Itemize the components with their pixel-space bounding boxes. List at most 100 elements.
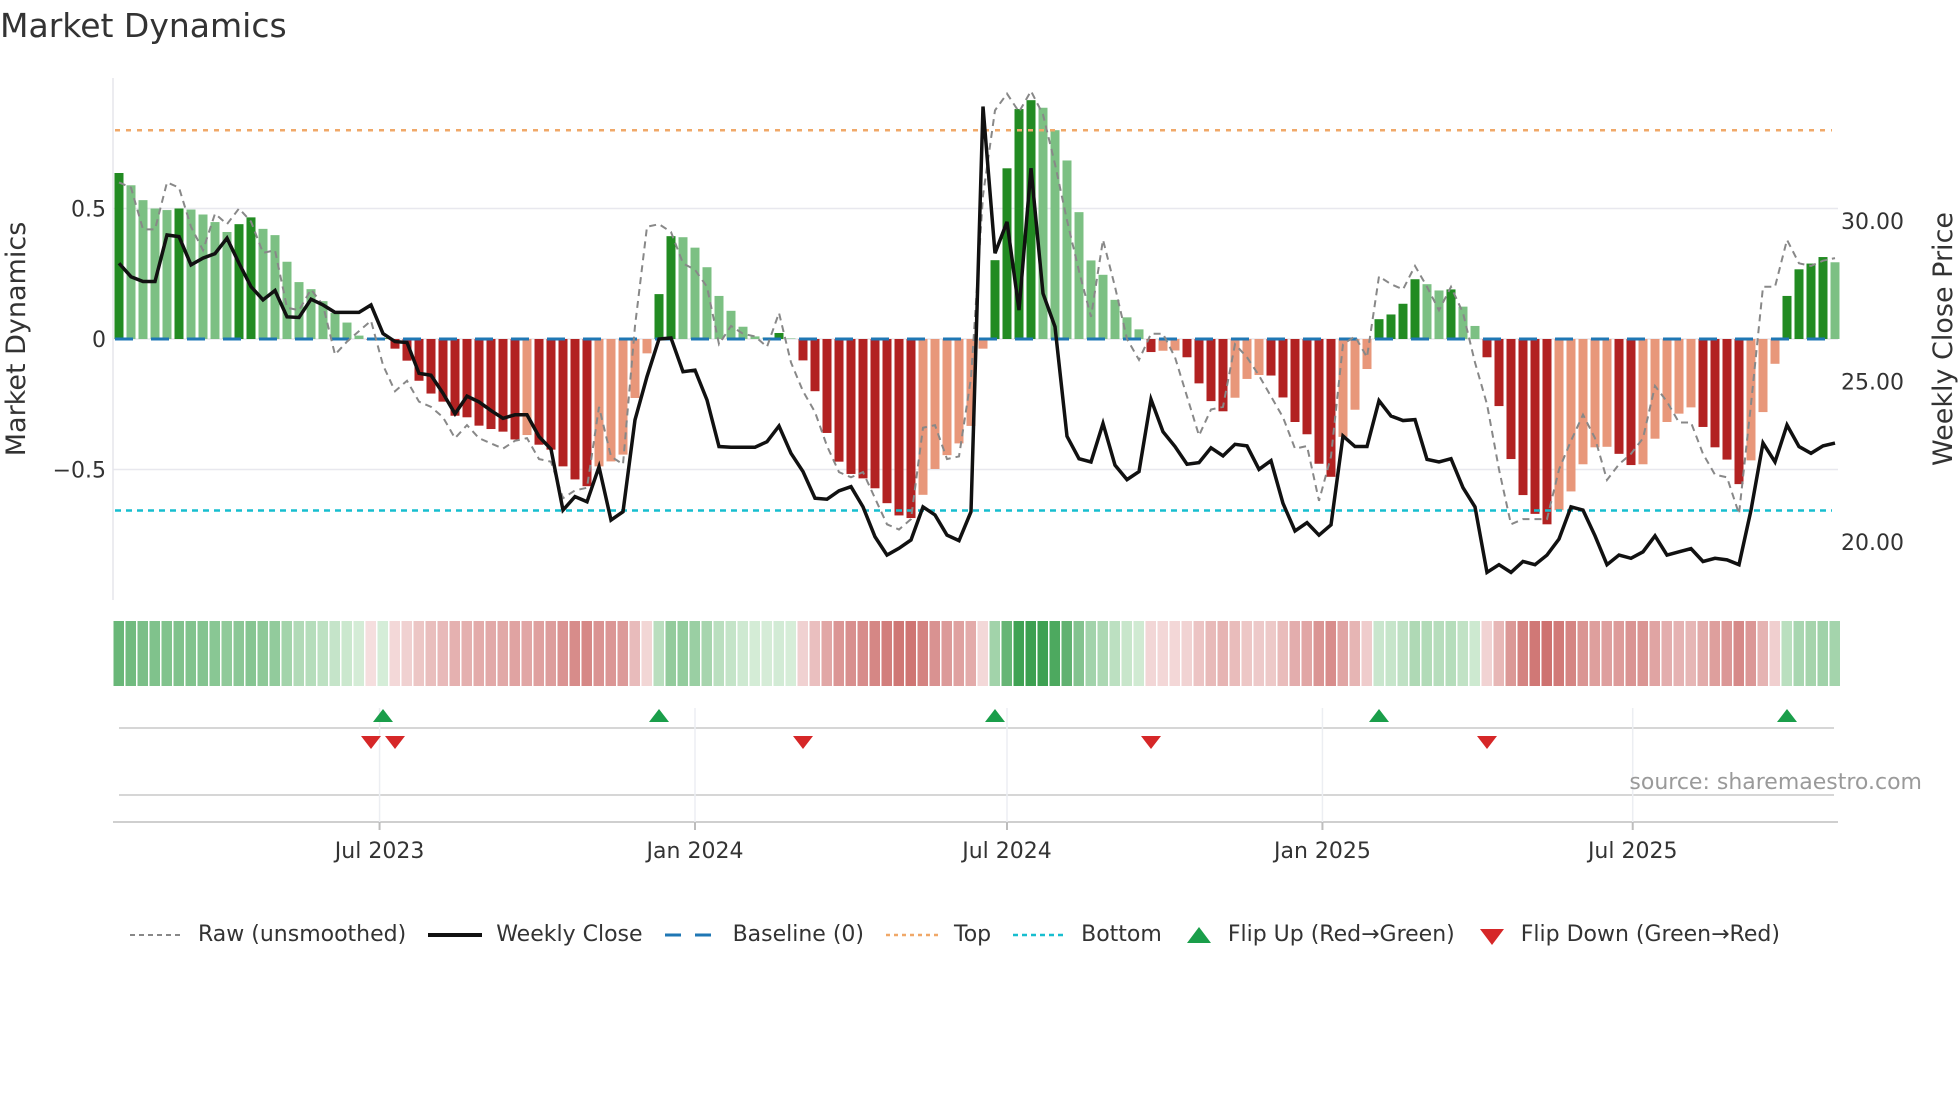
- heat-strip-cell: [761, 621, 772, 686]
- heat-strip-cell: [1625, 621, 1636, 686]
- heat-strip-cell: [1097, 621, 1108, 686]
- legend-label: Baseline (0): [732, 922, 864, 947]
- heat-strip-cell: [1253, 621, 1264, 686]
- dynamics-bar: [162, 210, 172, 339]
- heat-strip-cell: [1433, 621, 1444, 686]
- legend-swatch-close-icon: [428, 932, 483, 937]
- dynamics-bar: [630, 339, 640, 398]
- legend-item-flip-down: Flip Down (Green→Red): [1475, 922, 1780, 947]
- dynamics-bar: [1302, 339, 1312, 435]
- heat-strip-cell: [1805, 621, 1816, 686]
- dynamics-bar: [642, 339, 652, 354]
- dynamics-bar: [858, 339, 868, 479]
- dynamics-bar: [1782, 295, 1792, 339]
- heat-strip-cell: [1493, 621, 1504, 686]
- dynamics-bar: [342, 322, 352, 339]
- dynamics-bar: [558, 339, 568, 467]
- dynamics-bar: [1350, 339, 1360, 410]
- dynamics-bar: [174, 208, 184, 339]
- dynamics-bar: [1698, 339, 1708, 427]
- heat-strip-cell: [929, 621, 940, 686]
- dynamics-bar: [1314, 339, 1324, 464]
- dynamics-bar: [1506, 339, 1516, 460]
- dynamics-bar: [1410, 279, 1420, 339]
- heat-strip-cell: [353, 621, 364, 686]
- heat-strip-cell: [1733, 621, 1744, 686]
- flip-markers: Jul 2023 Jan 2024 Jul 2024 Jan 2025 Jul 2025: [113, 708, 1838, 864]
- flip-down-marker: [361, 736, 381, 749]
- dynamics-bar: [1602, 339, 1612, 447]
- heat-strip-cell: [497, 621, 508, 686]
- dynamics-bar: [1614, 339, 1624, 454]
- legend-label: Top: [954, 922, 992, 947]
- dynamics-bar: [690, 247, 700, 339]
- heat-strip-cell: [1133, 621, 1144, 686]
- dynamics-bar: [1542, 339, 1552, 525]
- dynamics-bar: [750, 336, 760, 339]
- heat-strip-cell: [1313, 621, 1324, 686]
- heat-strip-cell: [941, 621, 952, 686]
- dynamics-bar: [126, 185, 136, 339]
- heat-strip-cell: [1373, 621, 1384, 686]
- dynamics-bar: [1446, 289, 1456, 339]
- heat-strip-cell: [1409, 621, 1420, 686]
- dynamics-bar: [282, 261, 292, 339]
- dynamics-bar: [570, 339, 580, 480]
- heat-strip-cell: [1193, 621, 1204, 686]
- heat-strip-cell: [989, 621, 1000, 686]
- dynamics-bar: [1626, 339, 1636, 466]
- dynamics-bar: [1638, 339, 1648, 465]
- heat-strip-cell: [1505, 621, 1516, 686]
- dynamics-bar: [1482, 339, 1492, 358]
- heat-strip-cell: [665, 621, 676, 686]
- heat-strip-cell: [629, 621, 640, 686]
- legend-label: Bottom: [1081, 922, 1162, 947]
- dynamics-bar: [234, 224, 244, 339]
- heat-strip-cell: [473, 621, 484, 686]
- dynamics-bar: [474, 339, 484, 426]
- y-tick-label: −0.5: [53, 459, 106, 484]
- heat-strip-cell: [617, 621, 628, 686]
- heat-strip-cell: [1085, 621, 1096, 686]
- legend-item-top: Top: [884, 922, 991, 947]
- flip-up-marker: [373, 709, 393, 722]
- heat-strip-cell: [857, 621, 868, 686]
- heat-strip-cell: [569, 621, 580, 686]
- dynamics-bar: [1374, 319, 1384, 339]
- heat-strip-cell: [605, 621, 616, 686]
- dynamics-bar: [1458, 306, 1468, 339]
- dynamics-bar: [1074, 212, 1084, 339]
- heat-strip-cell: [365, 621, 376, 686]
- heat-strip-cell: [1361, 621, 1372, 686]
- dynamics-bar: [1434, 290, 1444, 339]
- heat-strip-cell: [509, 621, 520, 686]
- heat-strip-cell: [1025, 621, 1036, 686]
- dynamics-bar: [330, 312, 340, 339]
- heat-strip-cell: [233, 621, 244, 686]
- heat-strip-cell: [1769, 621, 1780, 686]
- heat-strip: [113, 621, 1840, 686]
- dynamics-bar: [1098, 274, 1108, 339]
- dynamics-bar: [786, 338, 796, 339]
- source-credit: source: sharemaestro.com: [1629, 770, 1922, 795]
- heat-strip-cell: [1073, 621, 1084, 686]
- dynamics-bar: [1806, 263, 1816, 339]
- heat-strip-cell: [1781, 621, 1792, 686]
- legend-item-baseline: Baseline (0): [663, 922, 864, 947]
- dynamics-bar: [1218, 339, 1228, 412]
- legend-label: Weekly Close: [496, 922, 643, 947]
- heat-strip-cell: [1793, 621, 1804, 686]
- heat-strip-cell: [1517, 621, 1528, 686]
- heat-strip-cell: [209, 621, 220, 686]
- dynamics-bar: [1398, 303, 1408, 339]
- dynamics-bar: [954, 339, 964, 444]
- legend-item-close: Weekly Close: [426, 922, 643, 947]
- heat-strip-cell: [713, 621, 724, 686]
- heat-strip-cell: [725, 621, 736, 686]
- x-tick-label: Jul 2025: [1586, 839, 1678, 864]
- dynamics-bar: [1086, 260, 1096, 339]
- heat-strip-cell: [269, 621, 280, 686]
- flip-up-marker: [1369, 709, 1389, 722]
- heat-strip-cell: [677, 621, 688, 686]
- dynamics-bar: [114, 173, 124, 339]
